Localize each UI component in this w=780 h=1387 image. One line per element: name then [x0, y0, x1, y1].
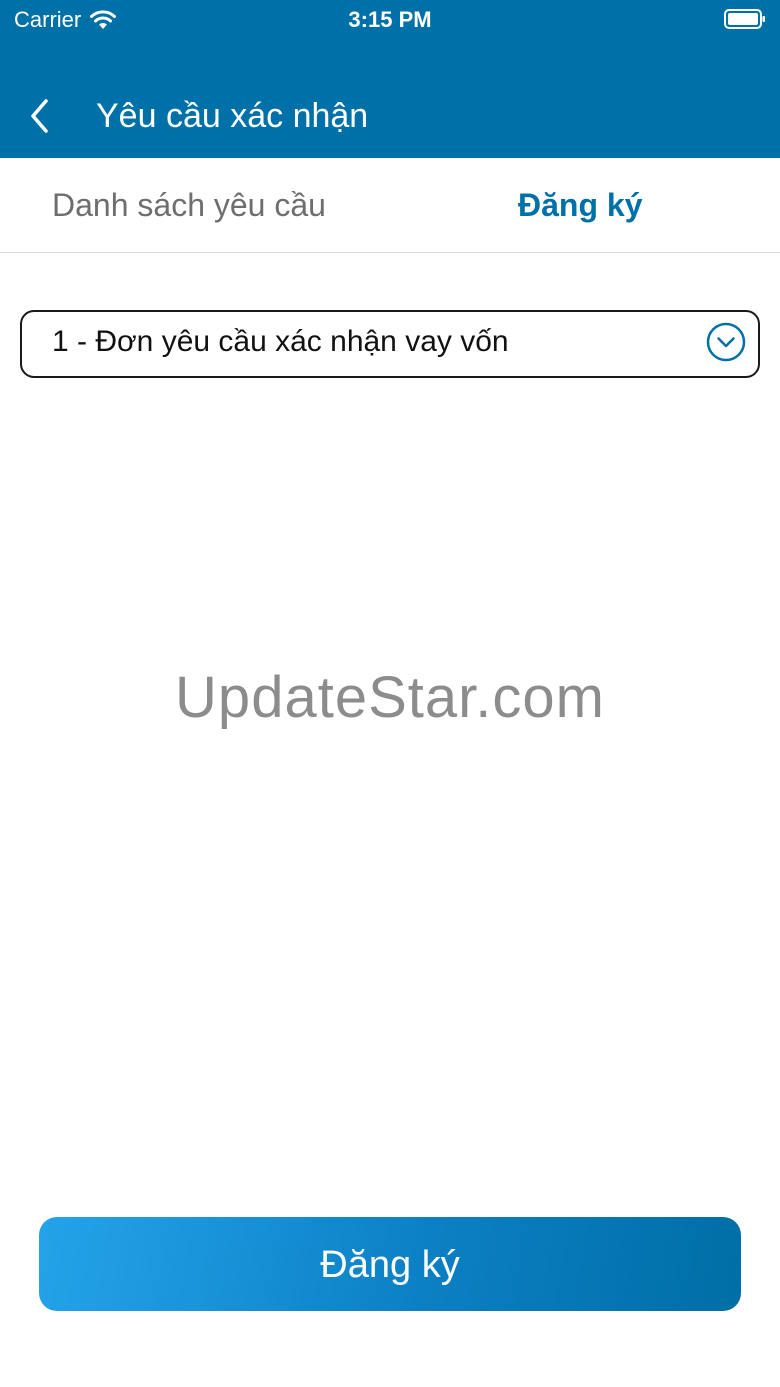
chevron-down-circle-icon	[706, 322, 746, 362]
chevron-left-icon[interactable]	[24, 94, 56, 138]
request-type-value: 1 - Đơn yêu cầu xác nhận vay vốn	[52, 325, 509, 358]
nav-bar: Yêu cầu xác nhận	[0, 72, 780, 158]
register-button[interactable]: Đăng ký	[39, 1217, 741, 1311]
tab-bar: Danh sách yêu cầu Đăng ký	[0, 158, 780, 253]
battery-icon	[724, 9, 765, 29]
tab-request-list[interactable]: Danh sách yêu cầu	[52, 158, 326, 252]
watermark-text: UpdateStar.com	[175, 665, 605, 730]
app-header: Carrier 3:15 PM Yêu cầu xác nhận	[0, 0, 780, 158]
status-bar: Carrier 3:15 PM	[0, 0, 780, 40]
page-title: Yêu cầu xác nhận	[96, 97, 369, 135]
status-time: 3:15 PM	[348, 7, 432, 32]
tab-register[interactable]: Đăng ký	[518, 158, 642, 252]
request-type-select[interactable]: 1 - Đơn yêu cầu xác nhận vay vốn	[20, 310, 760, 378]
